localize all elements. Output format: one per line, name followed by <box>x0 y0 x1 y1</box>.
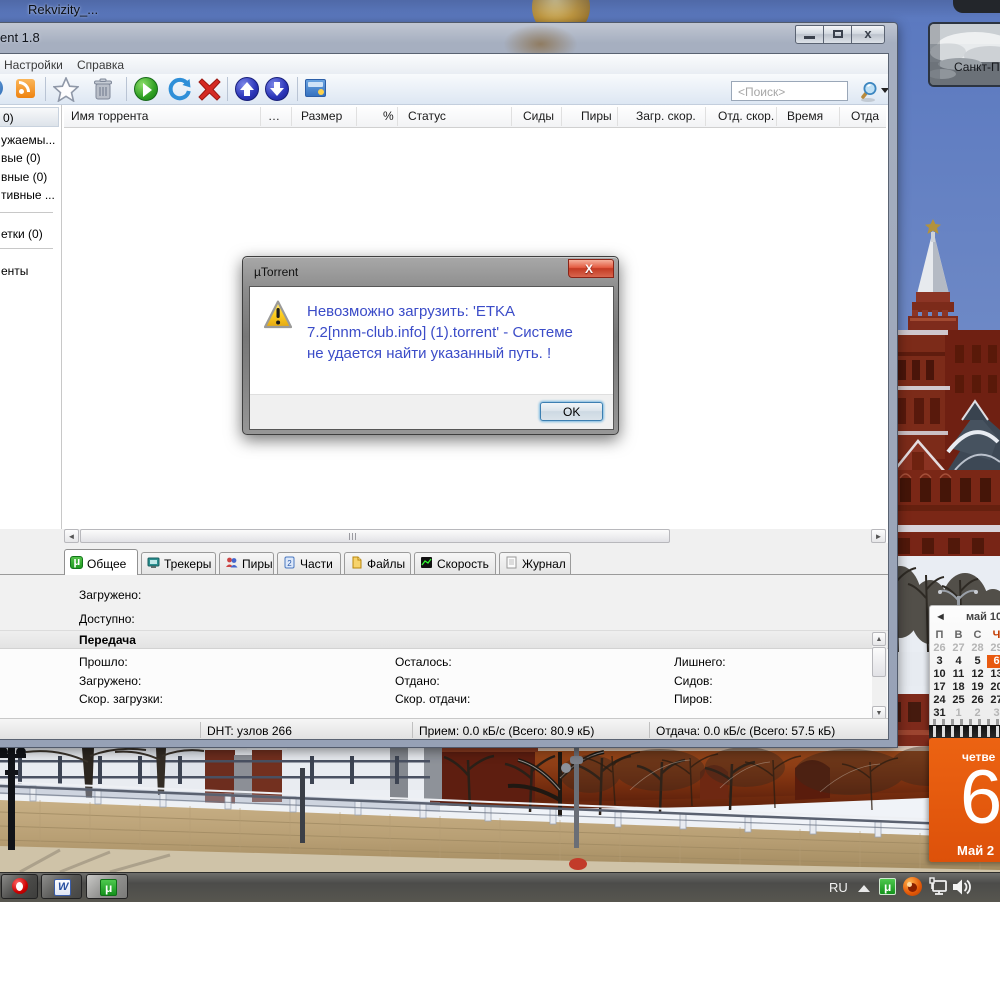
svg-text:2: 2 <box>287 559 292 568</box>
